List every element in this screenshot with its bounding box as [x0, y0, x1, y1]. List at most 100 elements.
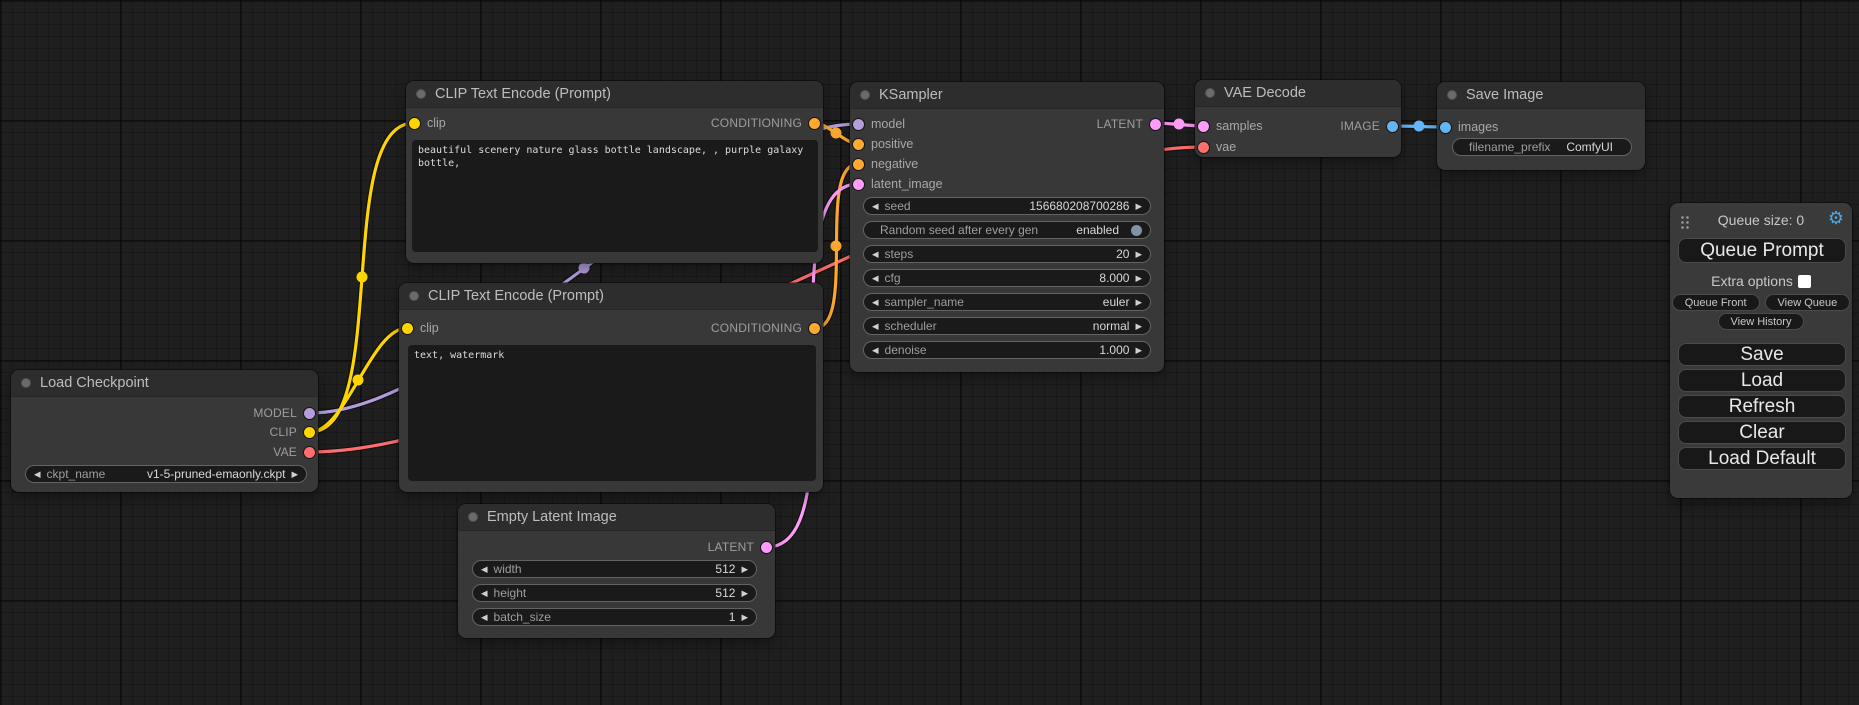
increment-arrow-icon[interactable]: ▶: [1135, 274, 1142, 283]
refresh-button[interactable]: Refresh: [1678, 395, 1846, 418]
node-title-bar[interactable]: Save Image: [1437, 82, 1645, 109]
node-title-bar[interactable]: KSampler: [850, 82, 1164, 109]
load-button[interactable]: Load: [1678, 369, 1846, 392]
queue-prompt-button[interactable]: Queue Prompt: [1678, 238, 1846, 263]
latent-input-port[interactable]: [853, 179, 864, 190]
conditioning-output-port[interactable]: [809, 118, 820, 129]
model-input-port[interactable]: [853, 119, 864, 130]
toggle-pin-icon[interactable]: [1131, 225, 1142, 236]
increment-arrow-icon[interactable]: ▶: [1135, 202, 1142, 211]
collapse-dot-icon[interactable]: [860, 90, 870, 100]
node-title-bar[interactable]: Empty Latent Image: [458, 504, 775, 531]
link-midpoint-dot: [1174, 119, 1185, 130]
link-midpoint-dot: [357, 272, 368, 283]
increment-arrow-icon[interactable]: ▶: [1135, 322, 1142, 331]
clear-button[interactable]: Clear: [1678, 421, 1846, 444]
node-title-bar[interactable]: CLIP Text Encode (Prompt): [406, 81, 823, 108]
node-title-bar[interactable]: CLIP Text Encode (Prompt): [399, 283, 823, 310]
decrement-arrow-icon[interactable]: ◀: [481, 613, 488, 622]
link-midpoint-dot: [353, 375, 364, 386]
decrement-arrow-icon[interactable]: ◀: [872, 250, 879, 259]
node-clip-text-encode-positive[interactable]: CLIP Text Encode (Prompt) clip CONDITION…: [406, 81, 823, 263]
clip-input-port[interactable]: [409, 118, 420, 129]
input-slot-images: images: [1440, 120, 1498, 134]
clip-input-port[interactable]: [402, 323, 413, 334]
load-default-button[interactable]: Load Default: [1678, 447, 1846, 470]
node-title: KSampler: [879, 87, 943, 103]
save-button[interactable]: Save: [1678, 343, 1846, 366]
collapse-dot-icon[interactable]: [409, 291, 419, 301]
extra-options-label: Extra options: [1711, 273, 1793, 289]
widget-seed[interactable]: ◀ seed 156680208700286 ▶: [863, 197, 1151, 215]
node-title: CLIP Text Encode (Prompt): [428, 288, 604, 304]
decrement-arrow-icon[interactable]: ◀: [481, 589, 488, 598]
decrement-arrow-icon[interactable]: ◀: [872, 202, 879, 211]
widget-random-seed-toggle[interactable]: Random seed after every gen enabled: [863, 221, 1151, 239]
widget-denoise[interactable]: ◀ denoise 1.000 ▶: [863, 341, 1151, 359]
image-output-port[interactable]: [1387, 121, 1398, 132]
positive-prompt-textarea[interactable]: beautiful scenery nature glass bottle la…: [412, 140, 818, 252]
increment-arrow-icon[interactable]: ▶: [741, 565, 748, 574]
node-title-bar[interactable]: VAE Decode: [1195, 80, 1401, 107]
widget-steps[interactable]: ◀ steps 20 ▶: [863, 245, 1151, 263]
model-output-port[interactable]: [304, 408, 315, 419]
decrement-arrow-icon[interactable]: ◀: [872, 298, 879, 307]
node-title-bar[interactable]: Load Checkpoint: [11, 370, 318, 397]
widget-filename-prefix[interactable]: filename_prefix ComfyUI: [1452, 138, 1632, 156]
images-input-port[interactable]: [1440, 122, 1451, 133]
widget-batch-size[interactable]: ◀ batch_size 1 ▶: [472, 608, 757, 626]
widget-height[interactable]: ◀ height 512 ▶: [472, 584, 757, 602]
queue-front-button[interactable]: Queue Front: [1672, 294, 1760, 311]
decrement-arrow-icon[interactable]: ◀: [872, 346, 879, 355]
widget-ckpt-name[interactable]: ◀ ckpt_name v1-5-pruned-emaonly.ckpt ▶: [25, 465, 307, 483]
view-queue-button[interactable]: View Queue: [1765, 294, 1851, 311]
increment-arrow-icon[interactable]: ▶: [1135, 298, 1142, 307]
negative-prompt-textarea[interactable]: text, watermark: [408, 345, 816, 481]
extra-options-row: Extra options: [1670, 273, 1852, 289]
increment-arrow-icon[interactable]: ▶: [741, 613, 748, 622]
latent-output-port[interactable]: [761, 542, 772, 553]
vae-input-port[interactable]: [1198, 142, 1209, 153]
node-ksampler[interactable]: KSampler model positive negative latent_…: [850, 82, 1164, 372]
increment-arrow-icon[interactable]: ▶: [1135, 250, 1142, 259]
widget-sampler-name[interactable]: ◀ sampler_name euler ▶: [863, 293, 1151, 311]
link-midpoint-dot: [1414, 121, 1425, 132]
collapse-dot-icon[interactable]: [1447, 90, 1457, 100]
vae-output-port[interactable]: [304, 447, 315, 458]
decrement-arrow-icon[interactable]: ◀: [872, 274, 879, 283]
extra-options-checkbox[interactable]: [1798, 275, 1811, 288]
collapse-dot-icon[interactable]: [21, 378, 31, 388]
increment-arrow-icon[interactable]: ▶: [1135, 346, 1142, 355]
node-vae-decode[interactable]: VAE Decode samples vae IMAGE: [1195, 80, 1401, 157]
collapse-dot-icon[interactable]: [468, 512, 478, 522]
positive-input-port[interactable]: [853, 139, 864, 150]
increment-arrow-icon[interactable]: ▶: [291, 470, 298, 479]
negative-input-port[interactable]: [853, 159, 864, 170]
increment-arrow-icon[interactable]: ▶: [741, 589, 748, 598]
clip-output-port[interactable]: [304, 427, 315, 438]
node-title: Load Checkpoint: [40, 375, 149, 391]
input-slot-negative: negative: [853, 157, 918, 171]
node-graph-canvas[interactable]: CLIP Text Encode (Prompt) clip CONDITION…: [0, 0, 1859, 705]
link-midpoint-dot: [831, 241, 842, 252]
settings-gear-icon[interactable]: ⚙: [1828, 209, 1844, 227]
decrement-arrow-icon[interactable]: ◀: [34, 470, 41, 479]
widget-scheduler[interactable]: ◀ scheduler normal ▶: [863, 317, 1151, 335]
node-clip-text-encode-negative[interactable]: CLIP Text Encode (Prompt) clip CONDITION…: [399, 283, 823, 492]
input-slot-clip: clip: [409, 116, 446, 130]
collapse-dot-icon[interactable]: [1205, 88, 1215, 98]
decrement-arrow-icon[interactable]: ◀: [872, 322, 879, 331]
widget-cfg[interactable]: ◀ cfg 8.000 ▶: [863, 269, 1151, 287]
node-title: Empty Latent Image: [487, 509, 617, 525]
conditioning-output-port[interactable]: [809, 323, 820, 334]
widget-width[interactable]: ◀ width 512 ▶: [472, 560, 757, 578]
collapse-dot-icon[interactable]: [416, 89, 426, 99]
node-save-image[interactable]: Save Image images filename_prefix ComfyU…: [1437, 82, 1645, 170]
decrement-arrow-icon[interactable]: ◀: [481, 565, 488, 574]
node-title: VAE Decode: [1224, 85, 1306, 101]
samples-input-port[interactable]: [1198, 121, 1209, 132]
view-history-button[interactable]: View History: [1718, 313, 1805, 330]
latent-output-port[interactable]: [1150, 119, 1161, 130]
node-load-checkpoint[interactable]: Load Checkpoint MODEL CLIP VAE ◀ ckpt_na…: [11, 370, 318, 492]
node-empty-latent-image[interactable]: Empty Latent Image LATENT ◀ width 512 ▶ …: [458, 504, 775, 638]
